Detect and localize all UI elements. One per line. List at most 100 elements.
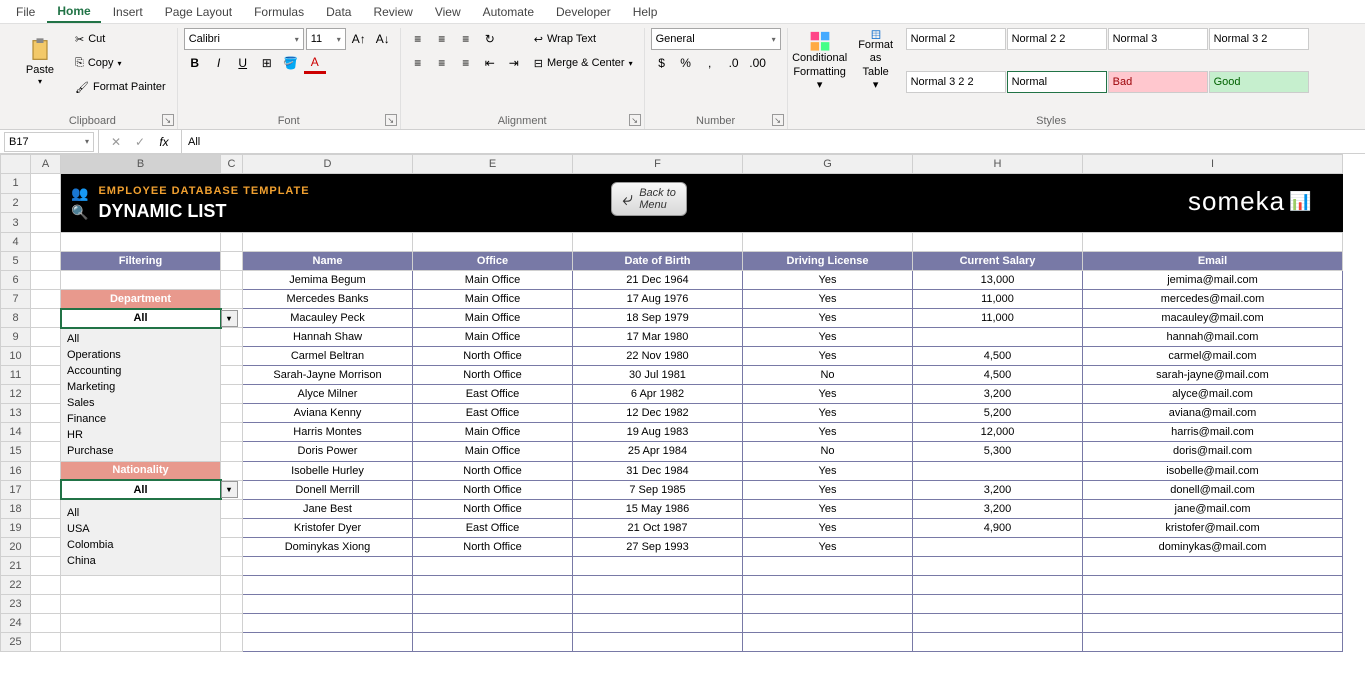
cell[interactable] — [221, 442, 243, 461]
data-cell[interactable]: hannah@mail.com — [1083, 328, 1343, 347]
data-cell[interactable]: 13,000 — [913, 271, 1083, 290]
data-cell[interactable]: Carmel Beltran — [243, 347, 413, 366]
empty-data-cell[interactable] — [1083, 594, 1343, 613]
cell-a1[interactable] — [31, 174, 61, 194]
data-cell[interactable]: No — [743, 366, 913, 385]
data-cell[interactable]: East Office — [413, 518, 573, 537]
data-cell[interactable]: sarah-jayne@mail.com — [1083, 366, 1343, 385]
cell[interactable] — [221, 423, 243, 442]
dept-option-accounting[interactable]: Accounting — [63, 363, 218, 379]
empty-data-cell[interactable] — [1083, 556, 1343, 575]
style-bad[interactable]: Bad — [1108, 71, 1208, 93]
data-cell[interactable]: alyce@mail.com — [1083, 385, 1343, 404]
align-top-button[interactable]: ≡ — [407, 28, 429, 50]
cell[interactable] — [221, 480, 243, 499]
cell[interactable] — [221, 537, 243, 556]
cell[interactable] — [743, 233, 913, 252]
data-cell[interactable]: 12 Dec 1982 — [573, 404, 743, 423]
accept-formula-button[interactable]: ✓ — [129, 131, 151, 153]
data-cell[interactable]: Yes — [743, 480, 913, 499]
cut-button[interactable]: ✂Cut — [70, 28, 171, 50]
empty-data-cell[interactable] — [913, 575, 1083, 594]
data-cell[interactable]: North Office — [413, 537, 573, 556]
cell[interactable] — [31, 423, 61, 442]
row-header-8[interactable]: 8 — [1, 309, 31, 328]
row-header-11[interactable]: 11 — [1, 366, 31, 385]
data-cell[interactable]: doris@mail.com — [1083, 442, 1343, 461]
menu-insert[interactable]: Insert — [103, 2, 153, 22]
cell[interactable] — [413, 233, 573, 252]
nat-option-all[interactable]: All — [63, 505, 218, 521]
menu-file[interactable]: File — [6, 2, 45, 22]
cell[interactable] — [221, 461, 243, 480]
name-box[interactable]: B17▾ — [4, 132, 94, 152]
data-cell[interactable]: Macauley Peck — [243, 309, 413, 328]
row-header-3[interactable]: 3 — [1, 213, 31, 233]
data-cell[interactable]: mercedes@mail.com — [1083, 290, 1343, 309]
row-header-19[interactable]: 19 — [1, 518, 31, 537]
dept-option-finance[interactable]: Finance — [63, 411, 218, 427]
empty-data-cell[interactable] — [413, 613, 573, 632]
cell[interactable] — [31, 366, 61, 385]
empty-data-cell[interactable] — [573, 594, 743, 613]
cell[interactable] — [221, 518, 243, 537]
cell[interactable] — [221, 632, 243, 651]
cell[interactable] — [221, 575, 243, 594]
cell[interactable] — [221, 613, 243, 632]
col-header-C[interactable]: C — [221, 155, 243, 174]
data-cell[interactable]: East Office — [413, 404, 573, 423]
cell[interactable] — [31, 499, 61, 518]
col-header-F[interactable]: F — [573, 155, 743, 174]
cell[interactable] — [31, 518, 61, 537]
cell[interactable] — [31, 632, 61, 651]
data-cell[interactable]: Donell Merrill — [243, 480, 413, 499]
cell[interactable] — [31, 556, 61, 575]
menu-developer[interactable]: Developer — [546, 2, 621, 22]
empty-data-cell[interactable] — [1083, 613, 1343, 632]
data-cell[interactable]: 7 Sep 1985 — [573, 480, 743, 499]
data-cell[interactable]: Main Office — [413, 290, 573, 309]
data-cell[interactable]: 25 Apr 1984 — [573, 442, 743, 461]
formula-input[interactable]: All — [182, 136, 1365, 148]
cell[interactable] — [1083, 233, 1343, 252]
data-cell[interactable]: 3,200 — [913, 480, 1083, 499]
data-cell[interactable]: 22 Nov 1980 — [573, 347, 743, 366]
data-cell[interactable]: Main Office — [413, 423, 573, 442]
select-all-corner[interactable] — [1, 155, 31, 174]
row-header-2[interactable]: 2 — [1, 193, 31, 213]
orientation-button[interactable]: ↻ — [479, 28, 501, 50]
empty-data-cell[interactable] — [913, 613, 1083, 632]
row-header-1[interactable]: 1 — [1, 174, 31, 194]
data-cell[interactable]: Isobelle Hurley — [243, 461, 413, 480]
empty-data-cell[interactable] — [743, 556, 913, 575]
data-cell[interactable]: 5,200 — [913, 404, 1083, 423]
data-cell[interactable]: 4,900 — [913, 518, 1083, 537]
data-cell[interactable] — [913, 328, 1083, 347]
underline-button[interactable]: U — [232, 52, 254, 74]
percent-button[interactable]: % — [675, 52, 697, 74]
align-left-button[interactable]: ≡ — [407, 52, 429, 74]
cell[interactable] — [913, 233, 1083, 252]
menu-home[interactable]: Home — [47, 1, 100, 23]
dept-option-hr[interactable]: HR — [63, 427, 218, 443]
decrease-font-button[interactable]: A↓ — [372, 28, 394, 50]
data-cell[interactable]: Kristofer Dyer — [243, 518, 413, 537]
data-cell[interactable]: Yes — [743, 461, 913, 480]
data-cell[interactable]: donell@mail.com — [1083, 480, 1343, 499]
row-header-22[interactable]: 22 — [1, 575, 31, 594]
row-header-23[interactable]: 23 — [1, 594, 31, 613]
number-dialog-launcher[interactable]: ↘ — [772, 114, 784, 126]
data-cell[interactable]: No — [743, 442, 913, 461]
empty-data-cell[interactable] — [743, 594, 913, 613]
dept-option-all[interactable]: All — [63, 331, 218, 347]
menu-page-layout[interactable]: Page Layout — [155, 2, 242, 22]
style-normal-2[interactable]: Normal 2 — [906, 28, 1006, 50]
data-cell[interactable]: 11,000 — [913, 309, 1083, 328]
menu-formulas[interactable]: Formulas — [244, 2, 314, 22]
row-header-21[interactable]: 21 — [1, 556, 31, 575]
data-cell[interactable]: 18 Sep 1979 — [573, 309, 743, 328]
data-cell[interactable]: Yes — [743, 347, 913, 366]
font-size-combo[interactable]: 11▾ — [306, 28, 346, 50]
data-cell[interactable]: Yes — [743, 518, 913, 537]
merge-center-button[interactable]: ⊟Merge & Center▾ — [529, 52, 638, 74]
